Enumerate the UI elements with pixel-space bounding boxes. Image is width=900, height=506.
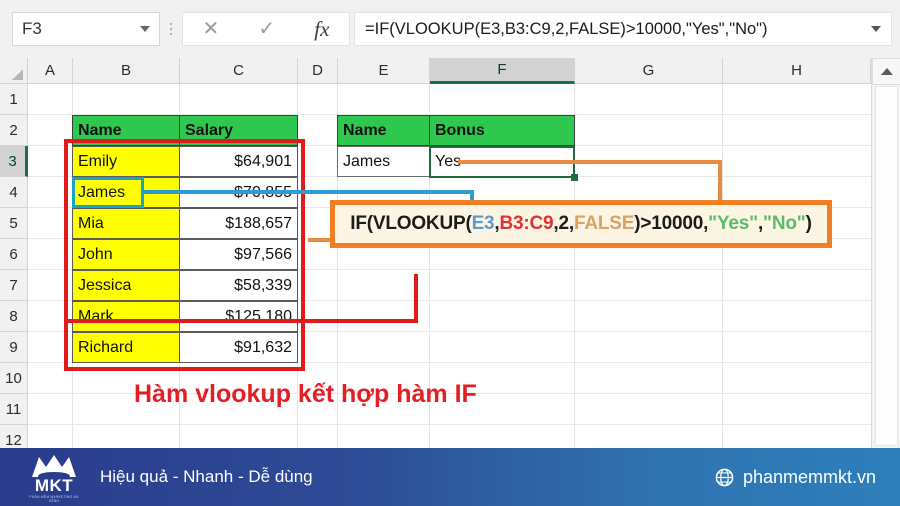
row-header-6[interactable]: 6 — [0, 239, 28, 270]
formula-callout: IF(VLOOKUP( E3 , B3:C9 , 2 , FALSE )>100… — [330, 200, 832, 248]
column-header-row: A B C D E F G H — [0, 58, 900, 84]
connector-orange-top — [458, 160, 722, 164]
footer-bar: MKT PHẦN MỀM MARKETING ĐA KÊNH Hiệu quả … — [0, 448, 900, 506]
formula-bar-divider — [160, 12, 182, 46]
row-header-2[interactable]: 2 — [0, 115, 28, 146]
scrollbar-track[interactable] — [875, 86, 898, 446]
row-header-10[interactable]: 10 — [0, 363, 28, 394]
chevron-down-icon[interactable] — [140, 26, 150, 32]
cell-e2-name-header[interactable]: Name — [337, 115, 430, 146]
globe-icon — [715, 468, 734, 486]
row-header-4[interactable]: 4 — [0, 177, 28, 208]
row-header-9[interactable]: 9 — [0, 332, 28, 363]
row-header-5[interactable]: 5 — [0, 208, 28, 239]
callout-table-array: B3:C9 — [499, 213, 554, 234]
callout-range-lookup: FALSE — [573, 213, 635, 234]
callout-col-index: 2 — [558, 213, 570, 234]
column-header-g[interactable]: G — [575, 58, 723, 84]
row-header-8[interactable]: 8 — [0, 301, 28, 332]
callout-condition: )>10000, — [634, 213, 709, 234]
callout-prefix: IF(VLOOKUP( — [350, 213, 472, 234]
select-all-corner[interactable] — [0, 58, 28, 84]
formula-bar: F3 ✕ ✓ fx =IF(VLOOKUP(E3,B3:C9,2,FALSE)>… — [0, 0, 900, 58]
name-box[interactable]: F3 — [12, 12, 160, 46]
mkt-logo: MKT PHẦN MỀM MARKETING ĐA KÊNH — [24, 454, 84, 503]
row-header-1[interactable]: 1 — [0, 84, 28, 115]
formula-action-group: ✕ ✓ fx — [182, 12, 350, 46]
column-header-b[interactable]: B — [73, 58, 180, 84]
chevron-down-icon[interactable] — [871, 26, 881, 32]
column-header-c[interactable]: C — [180, 58, 298, 84]
row-header-3[interactable]: 3 — [0, 146, 28, 177]
connector-red-vertical — [414, 274, 418, 323]
callout-suffix: ) — [805, 213, 812, 234]
column-header-f[interactable]: F — [430, 58, 575, 84]
callout-lookup-value: E3 — [471, 213, 495, 234]
formula-text: =IF(VLOOKUP(E3,B3:C9,2,FALSE)>10000,"Yes… — [365, 19, 768, 38]
cell-e3-name[interactable]: James — [337, 146, 430, 177]
page-title-caption: Hàm vlookup kết hợp hàm IF — [134, 380, 477, 408]
fill-handle[interactable] — [571, 174, 578, 181]
check-icon[interactable]: ✓ — [258, 19, 275, 39]
callout-true-value: "Yes" — [708, 213, 758, 234]
column-header-h[interactable]: H — [723, 58, 871, 84]
footer-slogan: Hiệu quả - Nhanh - Dễ dùng — [100, 467, 313, 486]
column-header-d[interactable]: D — [298, 58, 338, 84]
annotation-range-box-b3c9 — [64, 139, 305, 371]
connector-red-horizontal — [68, 319, 418, 323]
callout-false-value: "No" — [763, 213, 806, 234]
mkt-logo-text: MKT — [34, 476, 74, 495]
vertical-scrollbar[interactable] — [871, 58, 900, 448]
mkt-logo-mark — [32, 455, 76, 478]
annotation-selected-cell-james — [72, 177, 144, 208]
footer-website-text: phanmemmkt.vn — [742, 466, 876, 487]
footer-website[interactable]: phanmemmkt.vn — [715, 467, 876, 488]
column-header-e[interactable]: E — [338, 58, 430, 84]
column-header-a[interactable]: A — [28, 58, 73, 84]
row-header-11[interactable]: 11 — [0, 394, 28, 425]
connector-blue-horizontal — [144, 190, 474, 194]
row-header-7[interactable]: 7 — [0, 270, 28, 301]
formula-input[interactable]: =IF(VLOOKUP(E3,B3:C9,2,FALSE)>10000,"Yes… — [354, 12, 892, 46]
name-box-value: F3 — [22, 19, 42, 38]
mkt-logo-subtitle: PHẦN MỀM MARKETING ĐA KÊNH — [29, 495, 79, 503]
cell-f2-bonus-header[interactable]: Bonus — [429, 115, 575, 146]
close-icon[interactable]: ✕ — [203, 19, 220, 39]
fx-icon[interactable]: fx — [314, 18, 329, 40]
arrow-up-icon[interactable] — [872, 58, 900, 85]
